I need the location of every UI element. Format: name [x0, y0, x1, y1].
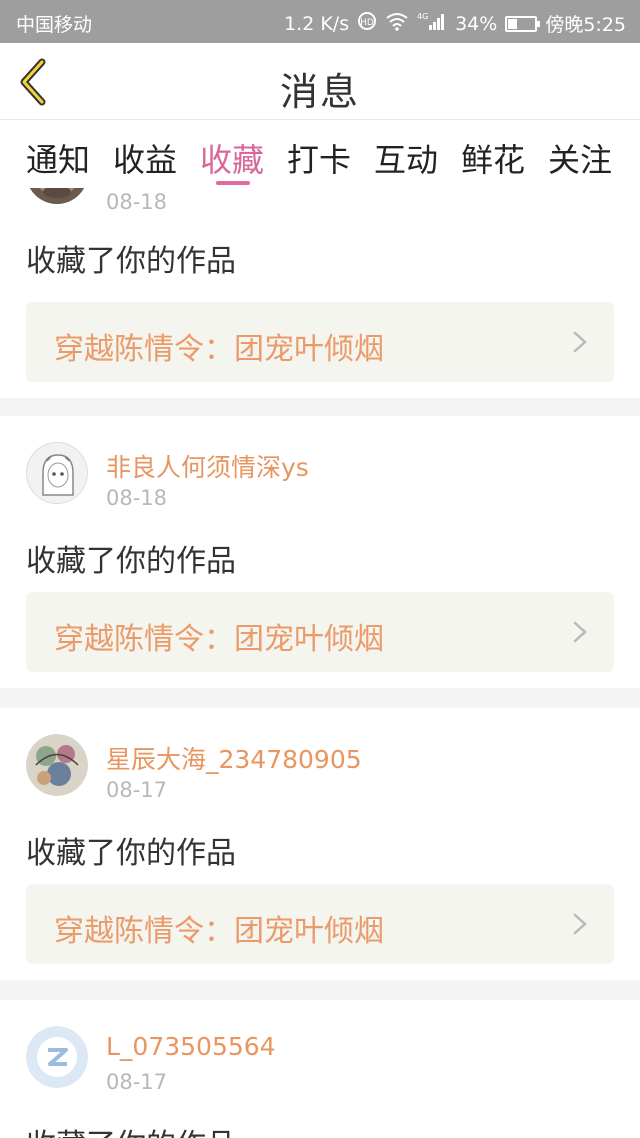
message-date: 08-18	[106, 190, 168, 214]
work-title: 穿越陈情令：团宠叶倾烟	[54, 332, 384, 367]
work-title: 穿越陈情令：团宠叶倾烟	[54, 622, 384, 657]
status-bar: 中国移动 1.2 K/s HD 4G 34% 傍晚5:25	[0, 0, 640, 43]
message-list[interactable]: 08-18 收藏了你的作品 穿越陈情令：团宠叶倾烟 非良人何须情深ys 08-1…	[0, 188, 640, 1138]
message-card: 08-18 收藏了你的作品 穿越陈情令：团宠叶倾烟	[0, 188, 640, 398]
work-title: 穿越陈情令：团宠叶倾烟	[54, 914, 384, 949]
user-avatar[interactable]	[26, 442, 88, 504]
message-action: 收藏了你的作品	[26, 244, 236, 279]
work-link[interactable]: 穿越陈情令：团宠叶倾烟	[26, 302, 614, 382]
network-speed: 1.2 K/s	[284, 12, 350, 35]
work-link[interactable]: 穿越陈情令：团宠叶倾烟	[26, 592, 614, 672]
message-date: 08-17	[106, 778, 168, 802]
user-avatar[interactable]	[26, 734, 88, 796]
message-date: 08-17	[106, 1070, 168, 1094]
username[interactable]: 非良人何须情深ys	[106, 448, 309, 484]
work-link[interactable]: 穿越陈情令：团宠叶倾烟	[26, 884, 614, 964]
tab-interaction[interactable]: 互动	[374, 135, 438, 181]
message-card: 星辰大海_234780905 08-17 收藏了你的作品 穿越陈情令：团宠叶倾烟	[0, 708, 640, 980]
svg-text:4G: 4G	[417, 12, 428, 21]
user-avatar[interactable]	[26, 1026, 88, 1088]
face-avatar-icon	[29, 188, 85, 204]
tab-notifications[interactable]: 通知	[26, 135, 90, 181]
tab-checkin[interactable]: 打卡	[287, 135, 351, 181]
message-action: 收藏了你的作品	[26, 1120, 236, 1138]
floral-avatar-icon	[26, 734, 88, 796]
battery-icon	[505, 15, 541, 32]
chevron-right-icon	[573, 621, 587, 643]
message-date: 08-18	[106, 486, 168, 510]
svg-text:HD: HD	[360, 18, 374, 28]
user-avatar[interactable]	[26, 188, 88, 204]
message-action: 收藏了你的作品	[26, 544, 236, 579]
message-card: L_073505564 08-17 收藏了你的作品	[0, 1000, 640, 1138]
hd-call-icon: HD	[357, 11, 377, 36]
clock: 傍晚5:25	[545, 14, 626, 36]
anime-girl-avatar-icon	[27, 443, 87, 503]
carrier-label: 中国移动	[16, 14, 93, 36]
page-title: 消息	[279, 70, 360, 114]
nav-bar: 消息	[0, 43, 640, 120]
username[interactable]: L_073505564	[106, 1032, 276, 1061]
wifi-icon	[385, 11, 409, 36]
active-tab-indicator	[216, 181, 250, 185]
message-action: 收藏了你的作品	[26, 836, 236, 871]
chevron-right-icon	[573, 913, 587, 935]
message-card: 非良人何须情深ys 08-18 收藏了你的作品 穿越陈情令：团宠叶倾烟	[0, 416, 640, 688]
tab-follow[interactable]: 关注	[548, 135, 612, 181]
tab-earnings[interactable]: 收益	[113, 135, 177, 181]
username[interactable]: 星辰大海_234780905	[106, 740, 362, 776]
status-indicators: 1.2 K/s HD 4G 34% 傍晚5:25	[284, 10, 626, 37]
signal-icon: 4G	[417, 11, 447, 36]
chevron-right-icon	[573, 331, 587, 353]
tab-flowers[interactable]: 鲜花	[461, 135, 525, 181]
tab-favorites[interactable]: 收藏	[200, 135, 264, 181]
default-avatar-icon	[26, 1026, 88, 1088]
battery-percent: 34%	[455, 12, 498, 35]
tab-bar: 通知 收益 收藏 打卡 互动 鲜花 关注	[0, 121, 640, 191]
